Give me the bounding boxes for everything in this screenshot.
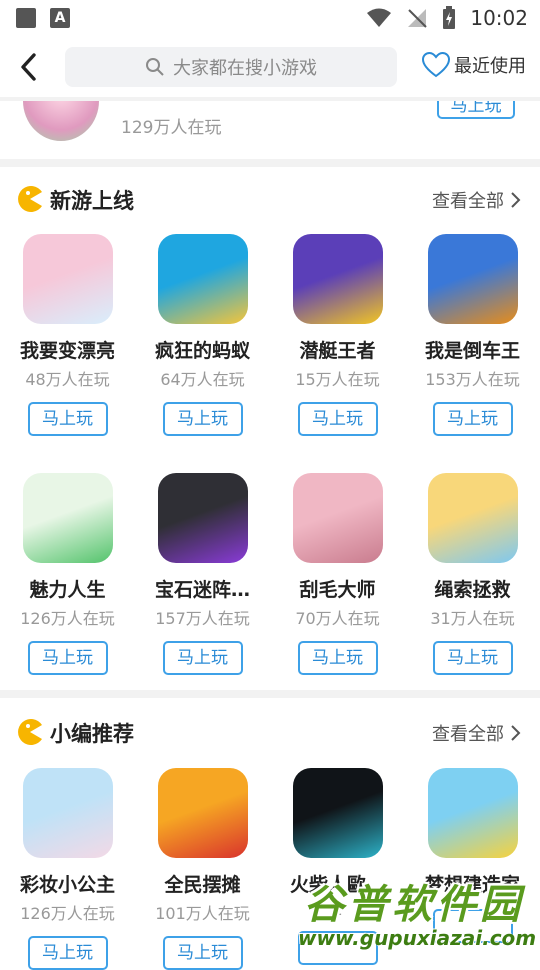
game-card[interactable]: 疯狂的蚂蚁 64万人在玩马上玩	[135, 234, 270, 436]
heart-icon	[422, 52, 450, 78]
player-count: 126万人在玩	[20, 904, 115, 923]
game-icon[interactable]	[292, 473, 383, 563]
recent-use-label: 最近使用	[454, 56, 526, 77]
play-button[interactable]: 马上玩	[432, 402, 513, 436]
player-count: 48万人在玩	[25, 370, 110, 389]
view-all-button[interactable]: 查看全部	[432, 187, 522, 213]
game-icon[interactable]	[427, 473, 518, 563]
status-bar: A 10:02	[0, 0, 540, 36]
play-button[interactable]: 马上玩	[297, 402, 378, 436]
battery-charging-icon	[443, 6, 456, 29]
player-count: 126万人在玩	[20, 609, 115, 628]
play-button[interactable]: 马上玩	[27, 402, 108, 436]
play-button[interactable]: 马上玩	[162, 936, 243, 970]
player-count: 157万人在玩	[155, 609, 250, 628]
play-button[interactable]: 马上玩	[27, 936, 108, 970]
game-card[interactable]: 潜艇王者 15万人在玩马上玩	[270, 234, 405, 436]
section-header-new-games: 新游上线 查看全部	[0, 179, 540, 219]
game-icon[interactable]	[22, 234, 113, 324]
game-name: 魅力人生	[29, 579, 106, 601]
player-count: 153万人在玩	[425, 370, 520, 389]
play-button[interactable]: 马上玩	[27, 641, 108, 675]
game-name: 宝石迷阵…	[154, 579, 250, 601]
view-all-label: 查看全部	[432, 191, 504, 212]
game-icon[interactable]	[157, 234, 248, 324]
game-card[interactable]: 刮毛大师 70万人在玩马上玩	[270, 473, 405, 675]
pacman-icon	[18, 186, 42, 212]
game-icon[interactable]	[23, 101, 99, 141]
a-notification-icon: A	[50, 8, 70, 28]
section-title: 新游上线	[50, 189, 134, 213]
game-card[interactable]: 全民摆摊 101万人在玩马上玩	[135, 768, 270, 970]
game-name: 我是倒车王	[424, 340, 520, 362]
status-time: 10:02	[470, 6, 528, 30]
chevron-right-icon	[511, 192, 521, 208]
section-divider	[0, 159, 540, 167]
partial-game-row: 129万人在玩 马上玩	[0, 101, 540, 159]
game-icon[interactable]	[22, 768, 113, 858]
player-count: 31万人在玩	[430, 609, 515, 628]
watermark-text: 谷普软件园	[304, 882, 524, 928]
search-input[interactable]: 大家都在搜小游戏	[65, 47, 397, 87]
game-name: 全民摆摊	[164, 874, 241, 896]
section-divider	[0, 690, 540, 698]
view-all-button[interactable]: 查看全部	[432, 720, 522, 746]
wifi-icon	[367, 8, 392, 27]
game-name: 疯狂的蚂蚁	[154, 340, 250, 362]
game-icon[interactable]	[292, 234, 383, 324]
search-icon	[146, 58, 164, 76]
player-count: 129万人在玩	[121, 118, 222, 138]
game-card[interactable]: 魅力人生 126万人在玩马上玩	[0, 473, 135, 675]
image-notification-icon	[16, 8, 36, 28]
game-card[interactable]: 绳索拯救 31万人在玩马上玩	[405, 473, 540, 675]
game-name: 绳索拯救	[434, 579, 511, 601]
game-icon[interactable]	[427, 768, 518, 858]
watermark-url: www.gupuxiazai.com	[298, 926, 537, 950]
recent-use-button[interactable]: 最近使用	[422, 52, 526, 78]
chevron-right-icon	[511, 725, 521, 741]
game-card[interactable]: 宝石迷阵… 157万人在玩马上玩	[135, 473, 270, 675]
watermark: 谷普软件园 www.gupuxiazai.com	[294, 868, 540, 960]
section-title: 小编推荐	[50, 722, 134, 746]
game-name: 潜艇王者	[299, 340, 376, 362]
header: 大家都在搜小游戏 最近使用	[0, 36, 540, 98]
play-button[interactable]: 马上玩	[162, 402, 243, 436]
player-count: 70万人在玩	[295, 609, 380, 628]
section-header-recommended: 小编推荐 查看全部	[0, 712, 540, 752]
game-name: 刮毛大师	[299, 579, 376, 601]
game-icon[interactable]	[22, 473, 113, 563]
pacman-icon	[18, 719, 42, 745]
game-icon[interactable]	[292, 768, 383, 858]
player-count: 15万人在玩	[295, 370, 380, 389]
game-card[interactable]: 彩妆小公主 126万人在玩马上玩	[0, 768, 135, 970]
view-all-label: 查看全部	[432, 724, 504, 745]
game-icon[interactable]	[157, 768, 248, 858]
game-name: 彩妆小公主	[19, 874, 115, 896]
player-count: 101万人在玩	[155, 904, 250, 923]
player-count: 64万人在玩	[160, 370, 245, 389]
search-placeholder: 大家都在搜小游戏	[173, 58, 317, 79]
game-name: 我要变漂亮	[19, 340, 115, 362]
play-button[interactable]: 马上玩	[432, 641, 513, 675]
play-button[interactable]: 马上玩	[162, 641, 243, 675]
back-arrow-icon[interactable]	[14, 50, 44, 84]
game-card[interactable]: 我要变漂亮 48万人在玩马上玩	[0, 234, 135, 436]
play-button[interactable]: 马上玩	[297, 641, 378, 675]
game-icon[interactable]	[427, 234, 518, 324]
game-icon[interactable]	[157, 473, 248, 563]
play-button[interactable]: 马上玩	[437, 101, 515, 119]
no-signal-icon	[408, 9, 428, 28]
game-card[interactable]: 我是倒车王 153万人在玩马上玩	[405, 234, 540, 436]
